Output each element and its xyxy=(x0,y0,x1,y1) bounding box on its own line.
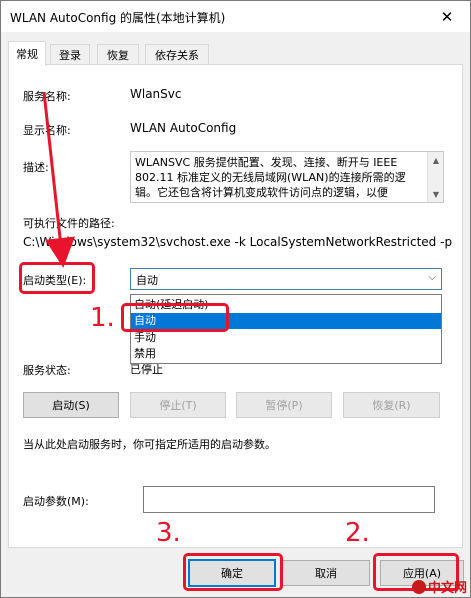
annotation-arrow xyxy=(42,91,75,268)
step-2-label: 2. xyxy=(345,518,370,548)
php-logo-icon xyxy=(411,579,426,594)
step-3-label: 3. xyxy=(156,518,181,548)
step-1-label: 1. xyxy=(90,303,115,333)
watermark-text: 中文网 xyxy=(427,581,467,596)
watermark: 中文网 xyxy=(411,577,467,596)
